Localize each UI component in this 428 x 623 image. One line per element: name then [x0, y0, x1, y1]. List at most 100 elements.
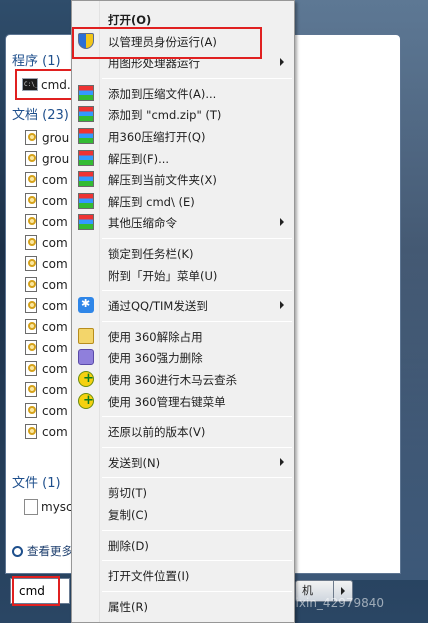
menu-item[interactable]: 删除(D) — [74, 535, 292, 556]
menu-item[interactable]: 解压到 cmd\ (E) — [74, 191, 292, 212]
unlock-360-icon — [78, 327, 94, 344]
menu-360-icon — [78, 392, 94, 409]
shred-360-icon — [78, 349, 94, 366]
result-label: com — [42, 172, 68, 187]
batch-file-icon — [24, 339, 39, 356]
menu-item[interactable]: 使用 360强力删除 — [74, 347, 292, 368]
result-label: com — [42, 235, 68, 250]
menu-item-label: 复制(C) — [108, 508, 149, 522]
menu-item-label: 解压到当前文件夹(X) — [108, 173, 217, 188]
batch-file-icon — [24, 360, 39, 377]
menu-item-label: 添加到压缩文件(A)... — [108, 86, 217, 101]
batch-file-icon — [24, 192, 39, 209]
zip-icon — [78, 171, 94, 188]
result-label: com — [42, 256, 68, 271]
menu-item-label: 删除(D) — [108, 538, 149, 553]
menu-item[interactable]: 附到「开始」菜单(U) — [74, 265, 292, 286]
menu-separator — [102, 446, 292, 448]
highlight-box-run-as-admin — [72, 27, 262, 59]
batch-file-icon — [24, 381, 39, 398]
qq-icon — [78, 297, 94, 314]
result-label: com — [42, 403, 68, 418]
context-menu: 打开(O) 以管理员身份运行(A) 用图形处理器运行 添加到压缩文件(A)... 添加到… — [71, 0, 295, 623]
result-label: com — [42, 424, 68, 439]
result-label: mysc — [41, 499, 73, 514]
menu-item-label: 附到「开始」菜单(U) — [108, 268, 218, 283]
menu-item-label: 发送到(N) — [108, 455, 161, 470]
menu-item-label: 使用 360解除占用 — [108, 329, 203, 344]
menu-item-label: 使用 360强力删除 — [108, 351, 203, 366]
menu-separator — [102, 529, 292, 531]
batch-file-icon — [24, 318, 39, 335]
submenu-arrow-icon — [280, 301, 284, 310]
scan-360-icon — [78, 371, 94, 387]
menu-item[interactable]: 解压到(F)... — [74, 148, 292, 169]
menu-item[interactable]: 复制(C) — [74, 504, 292, 525]
menu-item-label: 使用 360管理右键菜单 — [108, 394, 226, 409]
menu-item-label: 属性(R) — [108, 599, 148, 614]
result-label: com — [42, 340, 68, 355]
result-label: com — [42, 382, 68, 397]
batch-file-icon — [24, 129, 39, 146]
menu-item-label: 添加到 "cmd.zip" (T) — [108, 108, 222, 123]
menu-item[interactable]: 发送到(N) — [74, 452, 292, 473]
batch-file-icon — [24, 276, 39, 293]
menu-item-label: 剪切(T) — [108, 486, 147, 501]
menu-item[interactable]: 使用 360管理右键菜单 — [74, 391, 292, 412]
menu-item-label: 通过QQ/TIM发送到 — [108, 299, 208, 314]
menu-separator — [102, 416, 292, 418]
menu-item[interactable]: 其他压缩命令 — [74, 212, 292, 233]
menu-item-label: 解压到 cmd\ (E) — [108, 194, 195, 209]
menu-item[interactable]: 解压到当前文件夹(X) — [74, 169, 292, 190]
zip-icon — [78, 106, 94, 123]
menu-item-label: 使用 360进行木马云查杀 — [108, 373, 238, 387]
menu-item[interactable]: 使用 360进行木马云查杀 — [74, 369, 292, 390]
menu-separator — [102, 77, 292, 79]
menu-item[interactable]: 添加到压缩文件(A)... — [74, 83, 292, 104]
batch-file-icon — [24, 255, 39, 272]
menu-item[interactable]: 还原以前的版本(V) — [74, 421, 292, 442]
batch-file-icon — [24, 402, 39, 419]
documents-group-header[interactable]: 文档 (23) — [12, 104, 69, 123]
menu-item[interactable]: 打开文件位置(I) — [74, 565, 292, 586]
result-label: grou — [42, 151, 70, 166]
menu-item-label: 其他压缩命令 — [108, 216, 177, 231]
result-label: grou — [42, 130, 70, 145]
menu-item-label: 打开(O) — [108, 13, 152, 27]
zip-icon — [78, 84, 94, 101]
batch-file-icon — [24, 297, 39, 314]
files-group-header[interactable]: 文件 (1) — [12, 472, 61, 491]
menu-separator — [102, 590, 292, 592]
menu-separator — [102, 320, 292, 322]
submenu-arrow-icon — [280, 457, 284, 466]
menu-item[interactable]: 属性(R) — [74, 596, 292, 617]
batch-file-icon — [24, 423, 39, 440]
see-more-results-link[interactable]: 查看更多 — [12, 543, 73, 559]
file-icon — [24, 498, 38, 515]
search-icon — [12, 545, 23, 557]
menu-item[interactable]: 添加到 "cmd.zip" (T) — [74, 104, 292, 125]
menu-separator — [102, 238, 292, 239]
submenu-arrow-icon — [280, 58, 284, 67]
see-more-label: 查看更多 — [27, 544, 73, 558]
menu-item[interactable]: 使用 360解除占用 — [74, 326, 292, 347]
zip-icon — [78, 192, 94, 209]
zip-icon — [78, 214, 94, 231]
result-label: com — [42, 298, 68, 313]
result-label: com — [42, 277, 68, 292]
batch-file-icon — [24, 150, 39, 167]
result-label: com — [42, 361, 68, 376]
menu-item-label: 锁定到任务栏(K) — [108, 247, 194, 261]
menu-separator — [102, 477, 292, 479]
result-label: com — [42, 319, 68, 334]
batch-file-icon — [24, 234, 39, 251]
zip-icon — [78, 149, 94, 166]
menu-item[interactable]: 锁定到任务栏(K) — [74, 243, 292, 264]
menu-item[interactable]: 用360压缩打开(Q) — [74, 126, 292, 147]
result-label: com — [42, 214, 68, 229]
menu-item-label: 用360压缩打开(Q) — [108, 130, 206, 144]
menu-item[interactable]: 剪切(T) — [74, 482, 292, 503]
menu-item[interactable]: 通过QQ/TIM发送到 — [74, 295, 292, 316]
result-label: com — [42, 193, 68, 208]
programs-group-header[interactable]: 程序 (1) — [12, 50, 61, 69]
